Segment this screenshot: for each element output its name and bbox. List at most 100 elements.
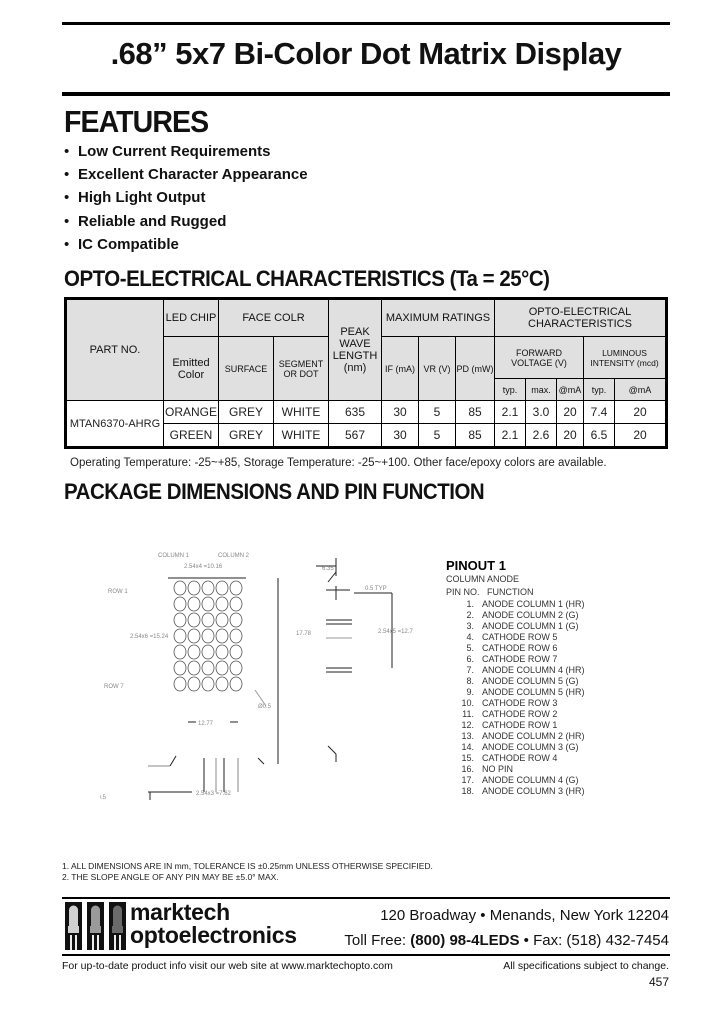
label-col-pitch: 2.54x4 =10.16 — [184, 564, 223, 570]
pin-function: ANODE COLUMN 4 (G) — [482, 775, 579, 785]
pinout-title: PINOUT 1 — [446, 558, 506, 573]
th-pd: PD (mW) — [455, 336, 495, 401]
th-peak-wavelength: PEAK WAVE LENGTH (nm) — [328, 298, 382, 401]
pin-row: 9. ANODE COLUMN 5 (HR) — [446, 687, 584, 698]
cell-vr: 5 — [418, 423, 456, 448]
th-segment: SEGMENT OR DOT — [273, 336, 329, 401]
contact-line: Toll Free: (800) 98-4LEDS • Fax: (518) 4… — [344, 932, 669, 949]
label-column-1: COLUMN 1 — [158, 553, 190, 559]
dot-led — [229, 660, 243, 676]
label-row-7: ROW 7 — [104, 684, 124, 690]
pin-number: 5. — [466, 643, 474, 653]
dot-led — [215, 628, 229, 644]
cell-surface: GREY — [218, 423, 274, 448]
features-heading: FEATURES — [64, 104, 209, 139]
dot-led — [229, 580, 243, 596]
pin-number: 12. — [461, 720, 474, 730]
pin-function: ANODE COLUMN 2 (HR) — [482, 731, 585, 741]
feature-item: • Excellent Character Appearance — [64, 163, 308, 186]
pin-number: 18. — [461, 786, 474, 796]
bullet-icon: • — [64, 189, 70, 207]
pinout-col-pin: PIN NO. — [446, 587, 480, 597]
th-vf-typ: typ. — [494, 378, 526, 401]
temperature-note: Operating Temperature: -25~+85, Storage … — [70, 457, 607, 469]
dot-led — [201, 596, 215, 612]
dot-led — [201, 580, 215, 596]
characteristics-table: PART NO. LED CHIP FACE COLR PEAK WAVE LE… — [64, 297, 668, 449]
th-iv-typ: typ. — [583, 378, 615, 401]
company-address: 120 Broadway • Menands, New York 12204 — [380, 907, 669, 924]
pin-function: CATHODE ROW 2 — [482, 709, 558, 719]
dot-led — [173, 676, 187, 692]
label-pin-spacing: 2.54x3 =7.62 — [196, 791, 232, 797]
website-note: For up-to-date product info visit our we… — [62, 960, 393, 972]
pin-number: 4. — [466, 632, 474, 642]
cell-segment: WHITE — [273, 400, 329, 424]
cell-surface: GREY — [218, 400, 274, 424]
pin-row: 18. ANODE COLUMN 3 (HR) — [446, 786, 585, 797]
th-vf-ma: @mA — [556, 378, 584, 401]
cell-vf-typ: 2.1 — [494, 423, 526, 448]
top-rule — [62, 22, 670, 25]
pin-row: 6. CATHODE ROW 7 — [446, 654, 585, 665]
cell-vf-ma: 20 — [556, 400, 584, 424]
page-number: 457 — [648, 975, 669, 989]
th-emitted-color: Emitted Color — [163, 336, 219, 401]
th-iv-ma: @mA — [614, 378, 667, 401]
dot-led — [229, 644, 243, 660]
pinout-panel: PINOUT 1 COLUMN ANODE PIN NO. FUNCTION 1… — [446, 558, 585, 797]
feature-item: • Low Current Requirements — [64, 140, 308, 163]
dot-led — [215, 644, 229, 660]
pin-row: 13. ANODE COLUMN 2 (HR) — [446, 731, 585, 742]
pinout-header: PIN NO. FUNCTION — [446, 587, 585, 597]
cell-color: GREEN — [163, 423, 219, 448]
pin-row: 16. NO PIN — [446, 764, 585, 775]
pinout-subtitle: COLUMN ANODE — [446, 574, 520, 584]
dot-led — [229, 676, 243, 692]
pin-function: CATHODE ROW 4 — [482, 753, 558, 763]
dot-led — [173, 628, 187, 644]
dot-led — [187, 580, 201, 596]
dot-led — [187, 612, 201, 628]
th-vr: VR (V) — [418, 336, 456, 401]
cell-iv-ma: 20 — [614, 423, 667, 448]
bullet-icon: • — [64, 235, 70, 253]
dot-led — [201, 676, 215, 692]
pin-function: ANODE COLUMN 3 (G) — [482, 742, 579, 752]
pin-number: 1. — [466, 599, 474, 609]
marktech-logo-icon — [65, 902, 126, 950]
pin-row: 7. ANODE COLUMN 4 (HR) — [446, 665, 584, 676]
logo-led — [109, 902, 126, 950]
dot-led — [173, 580, 187, 596]
label-height: 17.78 — [296, 631, 312, 637]
pin-number: 16. — [461, 764, 474, 774]
feature-item: • IC Compatible — [64, 233, 308, 256]
pin-function: ANODE COLUMN 3 (HR) — [482, 786, 585, 796]
th-if: IF (mA) — [381, 336, 419, 401]
cell-peak: 635 — [328, 400, 382, 424]
title-rule — [62, 92, 670, 96]
dot-led — [173, 596, 187, 612]
pin-number: 10. — [461, 698, 474, 708]
dot-led — [215, 612, 229, 628]
pin-function: NO PIN — [482, 764, 514, 774]
cell-vf-typ: 2.1 — [494, 400, 526, 424]
dot-led — [201, 644, 215, 660]
pin-number: 17. — [461, 775, 474, 785]
logo-led — [87, 902, 104, 950]
pin-row: 1. ANODE COLUMN 1 (HR) — [446, 599, 584, 610]
dot-led — [187, 676, 201, 692]
th-opto-char: OPTO-ELECTRICAL CHARACTERISTICS — [494, 298, 667, 337]
package-drawing: COLUMN 1 COLUMN 2 2.54x4 =10.16 ROW 1 RO… — [100, 553, 414, 801]
cell-color: ORANGE — [163, 400, 219, 424]
feature-text: Excellent Character Appearance — [78, 166, 308, 184]
cell-vf-ma: 20 — [556, 423, 584, 448]
cell-iv-typ: 7.4 — [583, 400, 615, 424]
table-row: MTAN6370-AHRG ORANGE GREY WHITE 635 30 5… — [65, 400, 667, 448]
toll-number: (800) 98-4LEDS — [410, 932, 520, 949]
label-lead: 6.7±0.5 — [100, 795, 107, 801]
pin-row: 10. CATHODE ROW 3 — [446, 698, 585, 709]
pin-row: 17. ANODE COLUMN 4 (G) — [446, 775, 585, 786]
pin-row: 8. ANODE COLUMN 5 (G) — [446, 676, 585, 687]
label-pin-length: 2.54x5 =12.7 — [378, 629, 414, 635]
